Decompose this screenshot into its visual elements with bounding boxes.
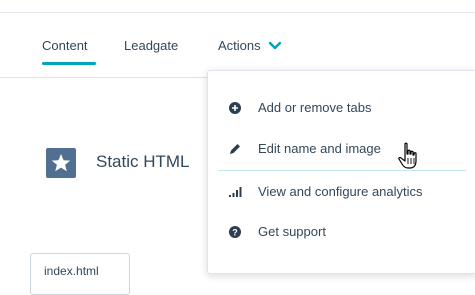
tab-leadgate[interactable]: Leadgate: [124, 38, 178, 53]
actions-dropdown: Add or remove tabs Edit name and image V…: [207, 70, 475, 274]
svg-text:?: ?: [232, 227, 238, 237]
menu-item-label: View and configure analytics: [258, 184, 423, 199]
hover-highlight: [218, 170, 466, 171]
star-icon: [51, 154, 71, 172]
tab-actions[interactable]: Actions: [218, 38, 261, 53]
menu-item-add-remove-tabs[interactable]: Add or remove tabs: [208, 93, 475, 123]
pencil-icon: [230, 144, 240, 154]
menu-item-label: Add or remove tabs: [258, 100, 372, 115]
menu-item-analytics[interactable]: View and configure analytics: [208, 177, 475, 207]
menu-item-get-support[interactable]: ? Get support: [208, 217, 475, 247]
menu-item-label: Get support: [258, 224, 326, 239]
file-tab-label[interactable]: index.html: [44, 264, 99, 278]
module-title: Static HTML: [96, 152, 190, 171]
bar-chart-icon: [229, 187, 242, 197]
chevron-down-icon[interactable]: [268, 40, 282, 52]
top-strip: [0, 0, 475, 13]
tab-content[interactable]: Content: [42, 38, 88, 53]
menu-item-label: Edit name and image: [258, 141, 381, 156]
active-tab-indicator: [42, 62, 96, 65]
module-icon: [46, 148, 76, 178]
plus-circle-icon: [229, 102, 241, 114]
question-circle-icon: ?: [229, 226, 241, 238]
hand-pointer-icon: [398, 142, 417, 169]
menu-item-edit-name-image[interactable]: Edit name and image: [208, 134, 475, 164]
